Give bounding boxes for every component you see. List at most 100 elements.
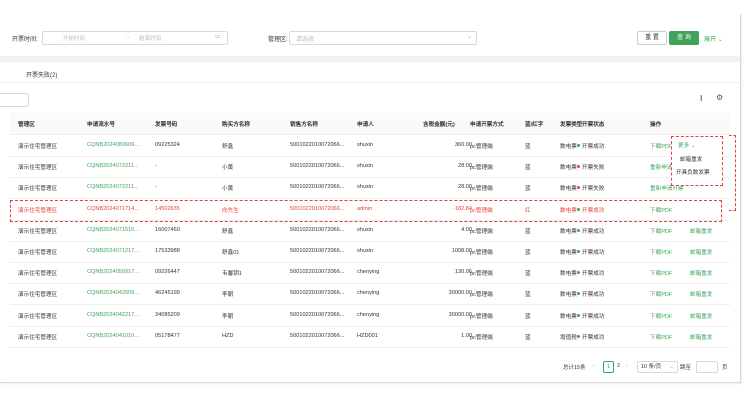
cell-op2[interactable]: 邮箱重发 [690,269,712,277]
cell-color: 蓝 [525,271,531,278]
cell-status: 开票成功 [582,228,605,235]
status-dot-icon [577,228,580,232]
jump-label: 跳至 [680,365,692,371]
page-2-button[interactable]: 2 [617,363,620,369]
cell-color: 蓝 [525,334,531,341]
chevron-down-icon: ⌄ [466,34,472,40]
col-serial: 申请流水号 [87,122,115,128]
cell-amount: 30000.00 [448,311,472,318]
cell-color: 蓝 [525,250,531,256]
area-placeholder: 请选择 [296,37,315,43]
cell-amount: 360.00 [454,142,472,148]
page-size-select[interactable]: 10 条/页 ⌄ [637,361,678,373]
cell-status: 开票失败 [582,186,605,193]
table-row: 演示住宅管理区 CQNB20240806​09... 09225324 舒鑫 50010… [10,135,730,157]
tab-bar: 开票失败(2) [0,62,740,83]
cell-method: pc管理端 [470,186,493,193]
cell-method: pc管理端 [470,313,493,320]
cell-color: 蓝 [525,292,531,299]
cell-amount: 4.00 [461,226,472,233]
cell-op2[interactable]: 邮箱重发 [690,290,712,298]
start-date-input[interactable]: 开始时间 [63,34,85,42]
end-date-input[interactable]: 结束时间 [139,34,161,42]
menu-item-resend-email[interactable]: 邮箱重发 [680,155,702,163]
cell-method: pc管理端 [470,165,493,172]
cell-method: pc管理端 [470,334,493,341]
cell-color: 蓝 [525,228,531,235]
area-label: 管理区: [268,37,288,43]
cell-op1[interactable]: 下载PDF [650,227,672,235]
menu-item-negative-invoice[interactable]: 开具负数发票 [676,168,710,176]
next-page-icon[interactable]: › [626,363,628,369]
jump-input[interactable] [696,361,718,373]
highlight-box [10,200,722,222]
cell-op1[interactable]: 下载PDF [650,290,672,298]
cell-amount: 28.00 [458,184,472,191]
cell-amount: 130.06 [454,269,472,276]
cell-status: 开票成功 [582,292,605,299]
cell-method: pc管理端 [470,228,493,235]
more-dropdown: 更多 ⌄ 邮箱重发 开具负数发票 [671,136,723,186]
cell-op2[interactable]: 邮箱重发 [690,312,712,320]
cell-op2[interactable]: 邮箱重发 [690,227,712,235]
col-actions: 操作 [650,122,662,128]
search-button[interactable]: 查 询 [669,31,699,45]
chevron-down-icon: ⌄ [669,364,674,370]
gear-icon[interactable]: ⚙ [716,93,723,102]
chevron-down-icon: ⌄ [717,37,723,43]
expand-label: 展开 [704,37,717,43]
tab-failed[interactable]: 开票失败(2) [26,70,57,79]
cell-method: pc管理端 [470,292,493,299]
col-status: 开票状态 [582,122,605,128]
cell-color: 蓝 [525,165,531,172]
highlight-connector [729,135,736,211]
cell-op1[interactable]: 重新申请 [650,163,672,171]
column-setting-icon[interactable]: Ⅰ [700,94,702,103]
cell-color: 蓝 [525,144,531,150]
cell-amount: 30000.00 [448,290,472,297]
cell-status: 开票成功 [582,313,605,320]
cell-op2[interactable]: 邮箱重发 [690,248,712,256]
table-row: 演示住宅管理区 CQNB202405091​7... 09226447 韦馨钥1 500… [10,262,730,285]
col-type: 发票类型 [560,122,582,128]
cell-color: 蓝 [525,313,531,320]
arrow-right-icon: → [125,34,131,40]
cell-status: 开票成功 [582,250,605,256]
more-label: 更多 [678,143,690,149]
table-row: 演示住宅管理区 CQNB202407221​1... - 小黄 500102201007… [10,156,730,179]
date-label: 开票时间: [12,37,38,43]
table-row: 演示住宅管理区 CQNB202407151​5... 16007460 舒鑫 50010… [10,220,730,242]
reset-button[interactable]: 重 置 [637,31,667,45]
cell-op1[interactable]: 下载PDF [650,269,672,277]
expand-link[interactable]: 展开 ⌄ [704,34,723,43]
col-amount: 含税金额(元) [423,122,455,128]
status-dot-icon [577,334,580,338]
cell-method: pc管理端 [470,250,493,256]
cell-op1[interactable]: 下载PDF [650,312,672,320]
pager-total: 总计15条 [563,365,586,371]
calendar-icon: ▭ [215,34,221,40]
status-dot-icon [577,313,580,317]
cell-amount: 1.00 [461,332,472,339]
cell-status: 开票失败 [582,165,605,172]
table-row: 演示住宅管理区 CQNB202404101​0... 05178477 HZD 5001… [10,326,730,348]
more-button[interactable]: 更多 ⌄ [678,141,695,149]
page-1-button[interactable]: 1 [603,361,614,373]
cell-method: pc管理端 [470,144,493,150]
table-row: 演示住宅管理区 CQNB202404250​9... 46245199 李朝 50010… [10,283,730,306]
col-method: 申请开票方式 [470,122,504,128]
toolbar-input[interactable] [0,93,29,107]
area-select[interactable]: 请选择 ⌄ [289,31,477,45]
cell-op2[interactable]: 邮箱重发 [690,333,712,341]
date-range-picker[interactable]: 开始时间 → 结束时间 ▭ [42,31,228,45]
cell-op1[interactable]: 下载PDF [650,142,672,150]
prev-page-icon[interactable]: ‹ [593,363,595,369]
page-unit-label: 页 [722,365,728,371]
cell-amount: 1008.00 [451,248,472,254]
cell-op1[interactable]: 下载PDF [650,333,672,341]
col-applicant: 申请人 [357,122,374,128]
chevron-down-icon: ⌄ [690,143,696,149]
cell-method: pc管理端 [470,271,493,278]
cell-op1[interactable]: 下载PDF [650,248,672,256]
cell-status: 开票成功 [582,144,605,150]
